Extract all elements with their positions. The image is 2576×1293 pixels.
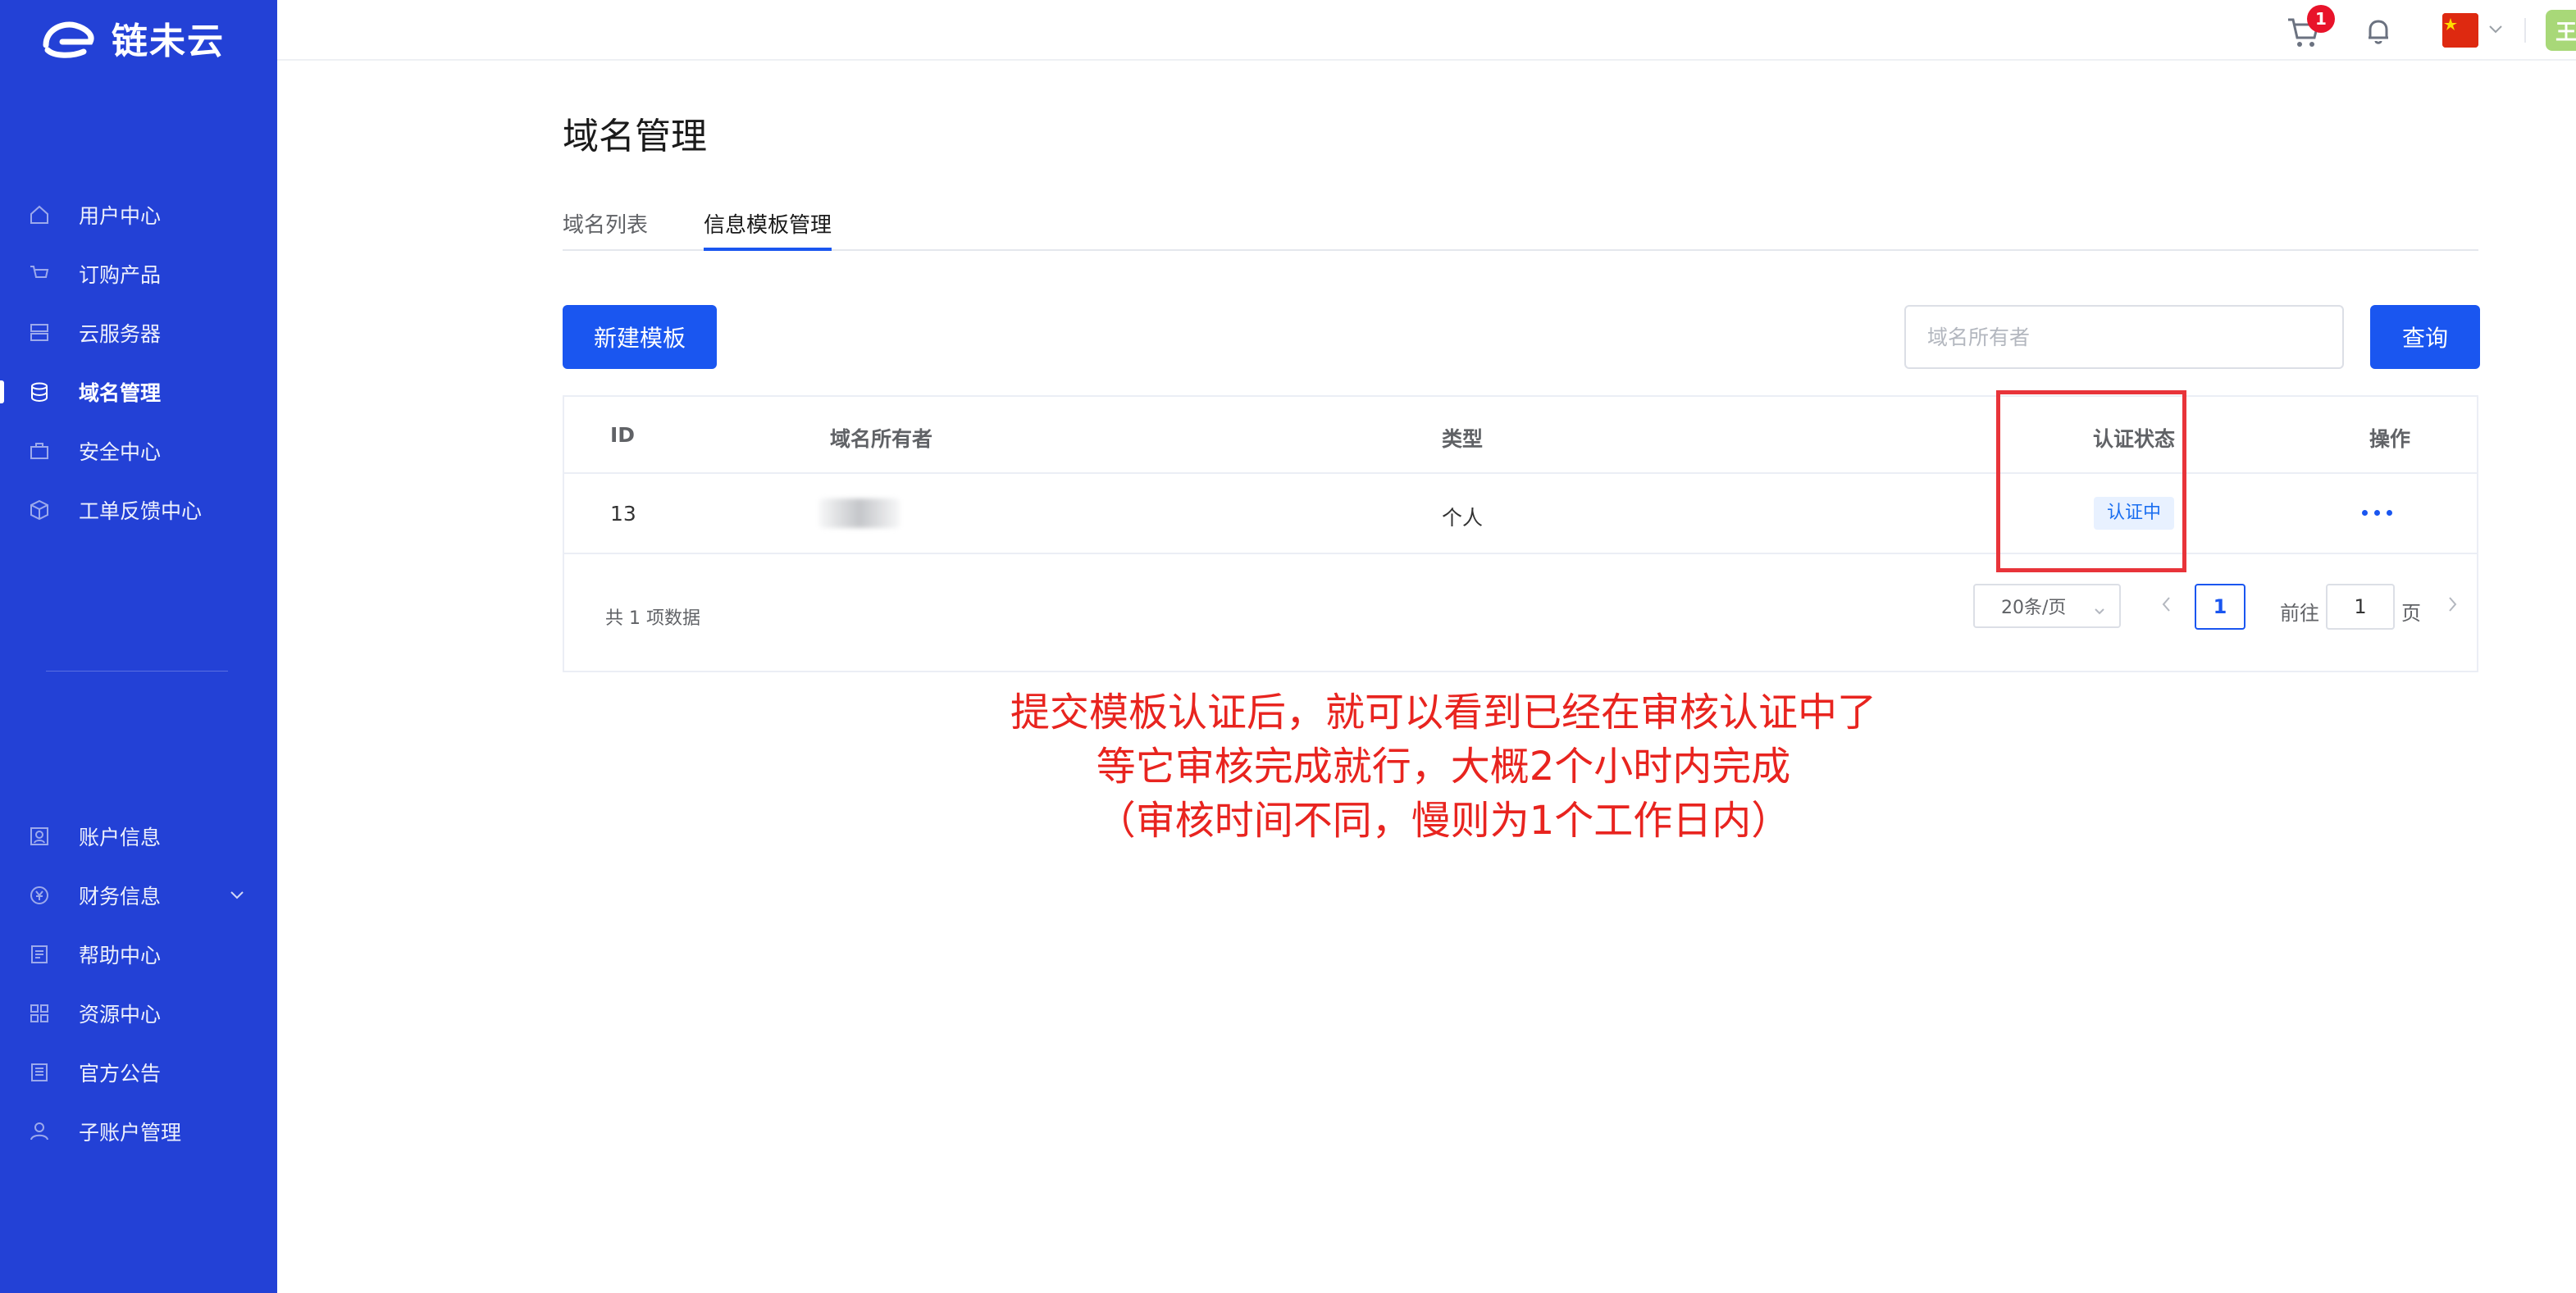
- cart-count-badge: 1: [2307, 5, 2335, 33]
- total-count: 共 1 项数据: [605, 608, 700, 629]
- column-header-status: 认证状态: [2092, 427, 2175, 451]
- cart-icon: [28, 262, 51, 285]
- sidebar-nav-bottom: 账户信息 财务信息 帮助中心 资源中心 官方公告 子账户管理: [0, 807, 277, 1161]
- sidebar-item-label: 资源中心: [79, 1003, 162, 1027]
- topbar-divider: [2524, 18, 2526, 43]
- sidebar-item-help-center[interactable]: 帮助中心: [0, 925, 277, 984]
- more-actions-icon[interactable]: [2362, 510, 2392, 516]
- sidebar-item-label: 订购产品: [79, 263, 162, 287]
- grid-icon: [28, 1002, 51, 1025]
- chevron-right-icon[interactable]: [2444, 592, 2462, 620]
- table-row: 13 个人 认证中: [564, 474, 2477, 554]
- chevron-down-icon[interactable]: [228, 886, 246, 907]
- column-header-id: ID: [610, 423, 636, 447]
- annotation-line: 提交模板认证后，就可以看到已经在审核认证中了: [1010, 690, 1876, 735]
- notice-icon: [28, 1061, 51, 1084]
- query-button[interactable]: 查询: [2370, 305, 2480, 369]
- page-number-current[interactable]: 1: [2195, 584, 2245, 630]
- page-title: 域名管理: [563, 116, 707, 157]
- database-icon: [28, 380, 51, 403]
- annotation-line: （审核时间不同，慢则为1个工作日内）: [1096, 798, 1791, 844]
- sidebar-item-label: 帮助中心: [79, 944, 162, 967]
- sidebar-item-finance-info[interactable]: 财务信息: [0, 866, 277, 925]
- column-header-operation: 操作: [2369, 427, 2410, 451]
- status-badge-label: 认证中: [2093, 497, 2174, 530]
- brand-name: 链未云: [112, 20, 225, 62]
- sidebar-item-account-info[interactable]: 账户信息: [0, 807, 277, 866]
- sidebar-item-label: 子账户管理: [79, 1121, 182, 1145]
- user-card-icon: [28, 825, 51, 848]
- sidebar-item-label: 安全中心: [79, 440, 162, 464]
- sidebar-item-label: 域名管理: [79, 381, 162, 405]
- tab-domain-list[interactable]: 域名列表: [563, 208, 648, 239]
- template-table: ID 域名所有者 类型 认证状态 操作 13 个人 认证中 共 1 项数据 20…: [563, 395, 2478, 672]
- cube-icon: [28, 499, 51, 521]
- sidebar-item-label: 用户中心: [79, 204, 162, 228]
- top-bar: 1 王: [277, 0, 2576, 61]
- page-unit-label: 页: [2401, 602, 2421, 625]
- page-size-value: 20条/页: [2001, 598, 2067, 618]
- owner-search-input[interactable]: [1904, 305, 2344, 369]
- column-header-type: 类型: [1442, 427, 1484, 451]
- sidebar-item-label: 财务信息: [79, 885, 162, 908]
- sidebar-item-ticket-center[interactable]: 工单反馈中心: [0, 480, 277, 540]
- sidebar-item-label: 工单反馈中心: [79, 499, 203, 523]
- sidebar-item-resource-center[interactable]: 资源中心: [0, 984, 277, 1043]
- annotation-text: 提交模板认证后，就可以看到已经在审核认证中了 等它审核完成就行，大概2个小时内完…: [861, 685, 2026, 848]
- table-header: ID 域名所有者 类型 认证状态 操作: [564, 397, 2477, 474]
- logo-icon: [39, 17, 100, 58]
- sidebar-item-user-center[interactable]: 用户中心: [0, 185, 277, 244]
- avatar[interactable]: 王: [2546, 10, 2576, 51]
- cell-id: 13: [610, 502, 636, 526]
- china-flag-icon[interactable]: [2442, 13, 2478, 48]
- sidebar-item-order-products[interactable]: 订购产品: [0, 244, 277, 303]
- sidebar-nav-top: 用户中心 订购产品 云服务器 域名管理 安全中心 工单反馈中心: [0, 185, 277, 540]
- brand-logo[interactable]: 链未云: [39, 15, 225, 62]
- page-size-select[interactable]: 20条/页: [1973, 584, 2121, 628]
- goto-label: 前往: [2280, 602, 2319, 625]
- sidebar-item-cloud-server[interactable]: 云服务器: [0, 303, 277, 362]
- sidebar-item-sub-accounts[interactable]: 子账户管理: [0, 1102, 277, 1161]
- sidebar: 链未云 用户中心 订购产品 云服务器 域名管理 安全中心 工单反馈中心 账户信息…: [0, 0, 277, 1293]
- document-icon: [28, 943, 51, 966]
- sidebar-item-announcements[interactable]: 官方公告: [0, 1043, 277, 1102]
- tab-template-management[interactable]: 信息模板管理: [704, 208, 832, 251]
- sidebar-item-label: 云服务器: [79, 322, 162, 346]
- currency-icon: [28, 884, 51, 907]
- server-icon: [28, 321, 51, 344]
- home-icon: [28, 203, 51, 226]
- sidebar-item-label: 账户信息: [79, 826, 162, 849]
- sidebar-item-security-center[interactable]: 安全中心: [0, 421, 277, 480]
- cell-type: 个人: [1442, 506, 1484, 530]
- sidebar-divider: [46, 671, 228, 672]
- goto-page-input[interactable]: [2326, 584, 2395, 630]
- column-header-owner: 域名所有者: [830, 427, 933, 451]
- bell-icon[interactable]: [2362, 15, 2395, 48]
- blurred-owner-name: [818, 499, 900, 528]
- briefcase-icon: [28, 439, 51, 462]
- annotation-line: 等它审核完成就行，大概2个小时内完成: [1096, 744, 1791, 790]
- sidebar-item-domain-management[interactable]: 域名管理: [0, 362, 277, 421]
- chevron-left-icon[interactable]: [2157, 592, 2175, 620]
- sub-account-icon: [28, 1120, 51, 1143]
- sidebar-item-label: 官方公告: [79, 1062, 162, 1086]
- status-badge: 认证中: [2052, 497, 2216, 530]
- chevron-down-icon[interactable]: [2487, 20, 2505, 41]
- new-template-button[interactable]: 新建模板: [563, 305, 717, 369]
- tab-bar: 域名列表 信息模板管理: [563, 197, 2478, 251]
- chevron-down-icon: [2093, 602, 2106, 622]
